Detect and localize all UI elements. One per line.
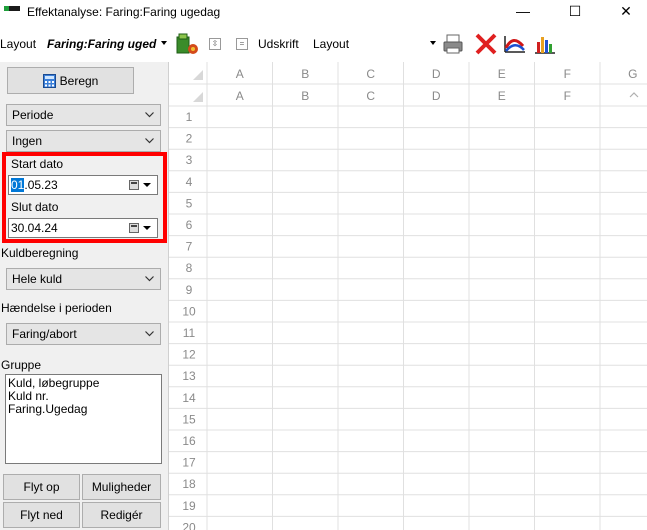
row-header: 4	[186, 175, 193, 189]
line-chart-icon[interactable]	[503, 32, 527, 56]
column-header: D	[432, 67, 441, 81]
window-title: Effektanalyse: Faring:Faring ugedag	[27, 5, 221, 19]
haendelse-value: Faring/abort	[12, 327, 77, 341]
chevron-down-icon	[145, 276, 154, 282]
kuldberegning-value: Hele kuld	[12, 272, 63, 286]
udskrift-label: Udskrift	[258, 37, 299, 51]
subheader-cell: F	[564, 89, 571, 103]
row-header: 8	[186, 261, 193, 275]
kuldberegning-label: Kuldberegning	[1, 246, 79, 260]
chevron-down-icon	[145, 138, 154, 144]
equals-icon[interactable]: =	[236, 38, 248, 50]
gruppe-listbox[interactable]: Kuld, løbegruppe Kuld nr. Faring.Ugedag	[5, 374, 162, 464]
print-layout-dropdown[interactable]: Layout	[313, 37, 349, 51]
close-button[interactable]: ✕	[603, 0, 647, 22]
chevron-down-icon[interactable]	[430, 41, 436, 45]
move-icon[interactable]: ⇳	[209, 38, 221, 50]
row-header: 20	[182, 520, 196, 530]
beregn-button[interactable]: Beregn	[7, 67, 134, 94]
periode-select[interactable]: Periode	[6, 104, 161, 126]
row-header: 9	[186, 283, 193, 297]
maximize-button[interactable]: ☐	[552, 0, 598, 22]
subheader-cell: D	[432, 89, 441, 103]
row-header: 17	[182, 456, 196, 470]
column-header: A	[236, 67, 244, 81]
flyt-op-button[interactable]: Flyt op	[3, 474, 80, 500]
row-header: 15	[182, 412, 196, 426]
chevron-down-icon	[145, 112, 154, 118]
column-header: B	[301, 67, 309, 81]
row-header: 1	[186, 110, 193, 124]
paint-brush-icon[interactable]	[174, 31, 200, 57]
row-header: 10	[182, 304, 196, 318]
title-bar: Effektanalyse: Faring:Faring ugedag — ☐ …	[0, 0, 647, 24]
row-header: 5	[186, 196, 193, 210]
layout-dropdown[interactable]: Faring:Faring uged	[47, 37, 156, 51]
column-header: G	[628, 67, 637, 81]
delete-x-icon[interactable]	[474, 32, 498, 56]
spreadsheet-grid[interactable]: A B C D E F G A B C D E F 1 2 3 4 5 6 7 8 9 10 11 12 13 14 15 16 17 18…	[168, 62, 647, 530]
row-header: 16	[182, 434, 196, 448]
column-header: F	[564, 67, 571, 81]
row-header: 3	[186, 153, 193, 167]
bar-chart-icon[interactable]	[533, 32, 557, 56]
periode-value: Periode	[12, 108, 54, 122]
minimize-button[interactable]: —	[500, 0, 546, 22]
highlight-box	[2, 152, 167, 243]
subheader-cell: A	[236, 89, 244, 103]
chevron-down-icon[interactable]	[161, 41, 167, 45]
layout-label: Layout	[0, 37, 37, 51]
subheader-cell: C	[366, 89, 375, 103]
gruppe-label: Gruppe	[1, 358, 42, 372]
row-header: 18	[182, 477, 196, 491]
app-icon	[4, 6, 20, 11]
subheader-cell: E	[498, 89, 506, 103]
haendelse-select[interactable]: Faring/abort	[6, 323, 161, 345]
row-header: 7	[186, 240, 193, 254]
rediger-button[interactable]: Redigér	[82, 502, 161, 528]
grid-canvas: A B C D E F GA B C D E F123456789101112131415161718…	[169, 62, 647, 530]
calculator-icon	[42, 73, 56, 88]
row-header: 19	[182, 499, 196, 513]
chevron-down-icon	[145, 331, 154, 337]
row-header: 12	[182, 348, 196, 362]
print-icon[interactable]	[441, 32, 465, 56]
row-header: 11	[183, 326, 196, 340]
muligheder-button[interactable]: Muligheder	[82, 474, 161, 500]
column-header: C	[366, 67, 375, 81]
kuldberegning-select[interactable]: Hele kuld	[6, 268, 161, 290]
list-item[interactable]: Faring.Ugedag	[8, 403, 159, 416]
ingen-value: Ingen	[12, 134, 43, 148]
column-header: E	[498, 67, 506, 81]
row-header: 14	[182, 391, 196, 405]
beregn-label: Beregn	[59, 73, 99, 88]
ingen-select[interactable]: Ingen	[6, 130, 161, 152]
row-header: 2	[186, 132, 193, 146]
row-header: 13	[182, 369, 196, 383]
haendelse-label: Hændelse i perioden	[1, 301, 112, 315]
row-header: 6	[186, 218, 193, 232]
subheader-cell: B	[301, 89, 309, 103]
flyt-ned-button[interactable]: Flyt ned	[3, 502, 80, 528]
toolbar: Layout Faring:Faring uged ⇳ = Udskrift L…	[0, 28, 647, 60]
